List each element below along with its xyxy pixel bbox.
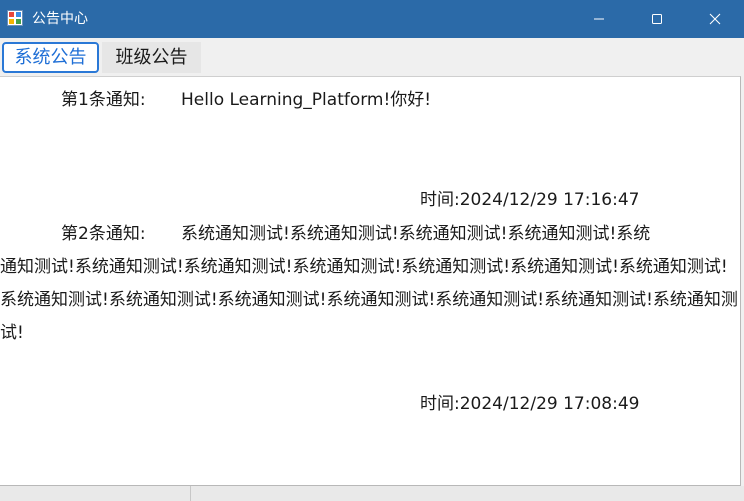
notice-2-body-rest: 通知测试!系统通知测试!系统通知测试!系统通知测试!系统通知测试!系统通知测试!… [0,257,738,343]
notice-2-body-first: 系统通知测试!系统通知测试!系统通知测试!系统通知测试!系统 [181,224,651,244]
notice-2-header: 第2条通知: 系统通知测试!系统通知测试!系统通知测试!系统通知测试!系统 [61,223,650,245]
tab-class-notices[interactable]: 班级公告 [102,42,201,73]
status-strip [0,486,744,501]
notice-2-time: 时间:2024/12/29 17:08:49 [420,394,640,414]
notice-1-body: Hello Learning_Platform!你好! [181,90,432,110]
notice-1-header: 第1条通知: Hello Learning_Platform!你好! [61,89,431,111]
notice-2-label: 第2条通知: [61,224,146,244]
notice-list-panel[interactable]: 第1条通知: Hello Learning_Platform!你好! 时间:202… [0,76,741,486]
title-bar[interactable]: 公告中心 [0,0,744,38]
notice-center-window: 公告中心 系统公告 班级公告 第1条通知: Hello Learning_Plat… [0,0,744,501]
close-button[interactable] [686,0,744,38]
notice-1-label: 第1条通知: [61,90,146,110]
maximize-icon [652,14,662,24]
tab-strip: 系统公告 班级公告 [0,38,744,76]
status-divider [190,486,191,501]
close-icon [709,13,721,25]
maximize-button[interactable] [628,0,686,38]
minimize-icon [594,18,604,20]
app-icon [7,10,23,26]
notice-1-time: 时间:2024/12/29 17:16:47 [420,190,640,210]
tab-system-notices[interactable]: 系统公告 [2,42,99,73]
window-title: 公告中心 [32,11,88,27]
minimize-button[interactable] [570,0,628,38]
